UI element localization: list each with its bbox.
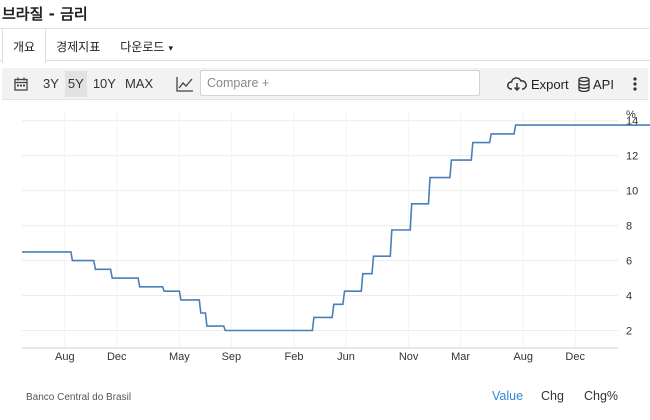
y-tick-label: 6 <box>626 256 632 268</box>
cloud-download-icon <box>507 77 527 92</box>
x-tick-label: Dec <box>107 351 127 363</box>
x-tick-label: Dec <box>565 351 585 363</box>
x-tick-label: Aug <box>513 351 533 363</box>
y-tick-label: 4 <box>626 291 632 303</box>
compare-input[interactable]: Compare + <box>200 70 480 96</box>
x-tick-label: Aug <box>55 351 75 363</box>
tab-indicators[interactable]: 경제지표 <box>46 29 110 62</box>
chart-toolbar: 3Y 5Y 10Y MAX Compare + Export API <box>2 68 648 100</box>
database-icon <box>578 76 590 92</box>
caret-down-icon: ▾ <box>168 44 173 54</box>
export-button[interactable]: Export <box>507 71 569 97</box>
y-unit-label: % <box>626 109 636 121</box>
view-chg-button[interactable]: Chg <box>541 389 564 403</box>
range-5y-button[interactable]: 5Y <box>64 70 87 97</box>
tab-download[interactable]: 다운로드 ▾ <box>110 29 183 62</box>
y-tick-label: 10 <box>626 186 638 198</box>
tab-overview[interactable]: 개요 <box>2 29 47 63</box>
source-label: Banco Central do Brasil <box>26 392 132 403</box>
tab-indicators-label: 경제지표 <box>56 40 101 54</box>
x-tick-label: May <box>169 351 190 363</box>
tab-download-label: 다운로드 <box>120 40 165 54</box>
y-tick-label: 12 <box>626 151 638 163</box>
y-tick-label: 2 <box>626 326 632 338</box>
tab-bar: 개요 경제지표 다운로드 ▾ <box>0 28 650 63</box>
x-tick-label: Nov <box>399 351 419 363</box>
x-tick-label: Mar <box>451 351 470 363</box>
tab-overview-label: 개요 <box>13 40 36 54</box>
line-chart-icon[interactable] <box>172 71 198 97</box>
range-10y-button[interactable]: 10Y <box>90 71 119 97</box>
export-label: Export <box>531 76 569 92</box>
range-max-button[interactable]: MAX <box>122 71 156 97</box>
calendar-icon[interactable] <box>8 71 34 97</box>
x-tick-label: Feb <box>285 351 304 363</box>
view-value-button[interactable]: Value <box>492 389 523 403</box>
api-button[interactable]: API <box>578 71 614 97</box>
range-3y-button[interactable]: 3Y <box>40 71 62 97</box>
more-options-icon[interactable] <box>626 71 644 97</box>
y-tick-label: 8 <box>626 221 632 233</box>
x-tick-label: Jun <box>337 351 355 363</box>
x-tick-label: Sep <box>222 351 242 363</box>
view-chg-pct-button[interactable]: Chg% <box>584 389 618 403</box>
chart-svg: 2468101214%Aug Dec May Sep Feb Jun Nov Mar Aug De… <box>22 109 650 363</box>
api-label: API <box>593 76 614 92</box>
interest-rate-chart: 2 4 6 8 10 12 14% Aug Dec May Sep Feb Jun Nov Mar Aug De… <box>0 100 650 380</box>
page-title: 브라질 - 금리 <box>0 0 650 27</box>
